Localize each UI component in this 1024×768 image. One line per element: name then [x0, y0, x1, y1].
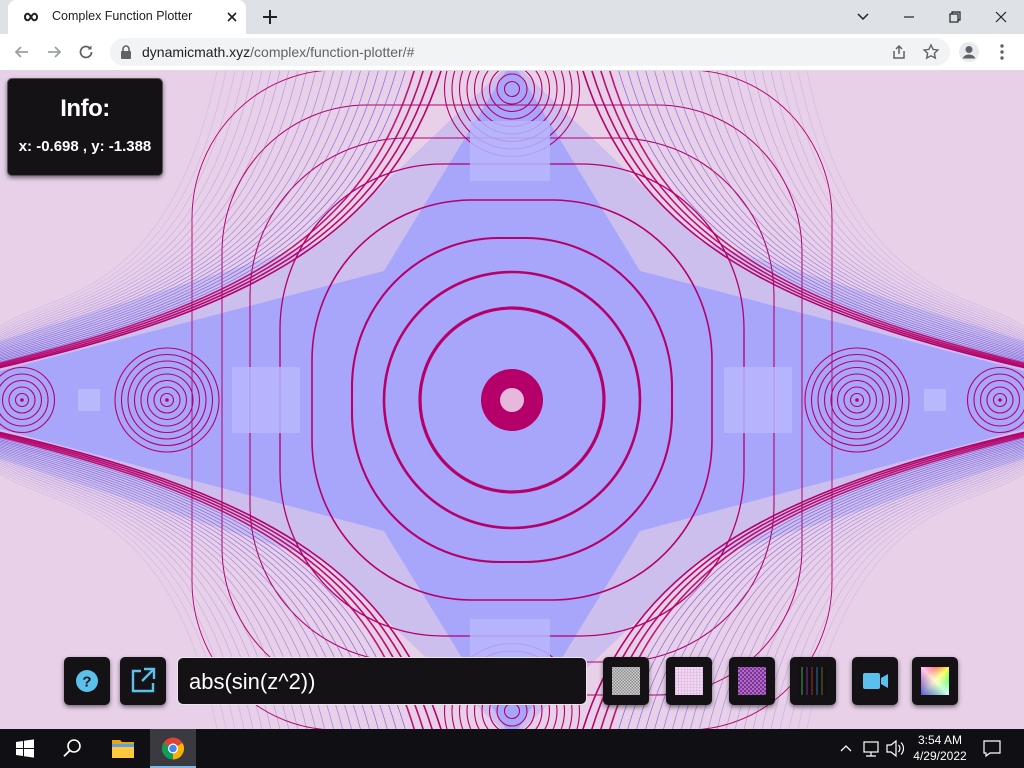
chrome-icon[interactable]	[160, 729, 186, 768]
saddle-region	[232, 367, 300, 433]
help-button[interactable]: ?	[64, 657, 110, 705]
restore-icon[interactable]	[944, 6, 966, 28]
new-tab-icon[interactable]	[260, 7, 280, 27]
theme-dark-stripes-button[interactable]	[790, 657, 836, 705]
forward-arrow-icon[interactable]	[44, 42, 64, 62]
saddle-region	[924, 389, 946, 411]
contour-line	[20, 398, 24, 402]
purple-mesh-swatch-icon	[738, 667, 766, 695]
clock-time: 3:54 AM	[917, 733, 963, 747]
expression-field[interactable]	[177, 657, 587, 705]
windows-taskbar: 3:54 AM 4/29/2022	[0, 729, 1024, 768]
saddle-region	[724, 367, 792, 433]
kebab-menu-icon[interactable]	[994, 42, 1010, 62]
reload-icon[interactable]	[76, 42, 96, 62]
network-icon[interactable]	[861, 729, 881, 768]
file-explorer-icon[interactable]	[108, 729, 138, 768]
close-tab-icon[interactable]	[224, 9, 240, 25]
theme-pink-grid-button[interactable]	[666, 657, 712, 705]
lock-icon[interactable]	[120, 45, 132, 59]
theme-gray-checker-button[interactable]	[603, 657, 649, 705]
search-icon[interactable]	[60, 729, 84, 768]
open-link-button[interactable]	[120, 657, 166, 705]
expression-input[interactable]	[187, 664, 581, 700]
svg-text:?: ?	[82, 674, 91, 691]
contour-line	[998, 398, 1002, 402]
close-window-icon[interactable]	[990, 6, 1012, 28]
tab-title: Complex Function Plotter	[52, 9, 193, 23]
infinity-icon	[23, 12, 39, 22]
question-circle-icon: ?	[76, 670, 98, 692]
notification-icon[interactable]	[982, 729, 1002, 768]
windows-start-icon[interactable]	[14, 729, 36, 768]
saddle-region	[470, 121, 550, 181]
external-link-icon	[131, 667, 156, 693]
dark-stripes-swatch-icon	[799, 667, 827, 695]
profile-icon[interactable]	[958, 41, 980, 63]
pink-grid-swatch-icon	[675, 667, 703, 695]
clock-date: 4/29/2022	[913, 749, 967, 763]
chevron-up-icon[interactable]	[838, 729, 854, 768]
contour-line	[500, 388, 524, 412]
color-scheme-button[interactable]	[912, 657, 958, 705]
record-button[interactable]	[852, 657, 898, 705]
contour-line	[855, 398, 859, 402]
address-bar[interactable]: dynamicmath.xyz/complex/function-plotter…	[110, 38, 950, 66]
back-arrow-icon[interactable]	[12, 42, 32, 62]
color-wheel-icon	[921, 667, 949, 695]
url-host: dynamicmath.xyz	[142, 44, 251, 60]
url-path: /complex/function-plotter/#	[250, 44, 415, 60]
info-panel: Info: x: -0.698 , y: -1.388	[7, 78, 163, 176]
browser-tab[interactable]: Complex Function Plotter	[8, 0, 246, 34]
star-icon[interactable]	[922, 43, 940, 61]
share-icon[interactable]	[890, 43, 908, 61]
saddle-region	[78, 389, 100, 411]
info-title: Info:	[60, 95, 110, 122]
tab-search-chevron-icon[interactable]	[852, 6, 874, 28]
minimize-icon[interactable]	[898, 6, 920, 28]
gray-checker-swatch-icon	[612, 667, 640, 695]
tab-strip: Complex Function Plotter	[0, 0, 1024, 34]
browser-toolbar: dynamicmath.xyz/complex/function-plotter…	[0, 34, 1024, 71]
url-text[interactable]: dynamicmath.xyz/complex/function-plotter…	[142, 44, 414, 60]
system-clock[interactable]: 3:54 AM 4/29/2022	[910, 732, 970, 764]
volume-icon[interactable]	[884, 729, 906, 768]
contour-line	[165, 398, 169, 402]
plot-viewport[interactable]: Info: x: -0.698 , y: -1.388 ?	[0, 71, 1024, 729]
video-camera-icon	[863, 673, 888, 689]
cursor-coordinates: x: -0.698 , y: -1.388	[18, 138, 152, 155]
theme-purple-mesh-button[interactable]	[729, 657, 775, 705]
